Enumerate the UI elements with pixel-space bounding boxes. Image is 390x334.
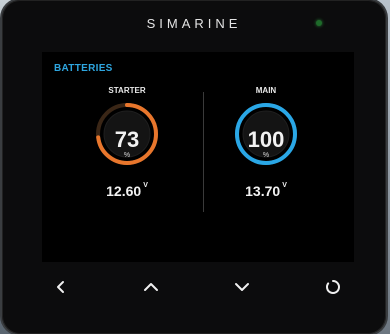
voltage-value: 13.70 bbox=[245, 183, 281, 199]
battery-gauge-main: 100 % bbox=[232, 100, 300, 168]
percent-unit: % bbox=[123, 152, 131, 159]
battery-panel-starter[interactable]: STARTER 73 % 12.60 V bbox=[62, 84, 192, 214]
circle-icon bbox=[326, 280, 340, 294]
charge-percent: 73 bbox=[114, 127, 140, 152]
up-button[interactable] bbox=[136, 272, 166, 302]
percent-unit: % bbox=[262, 152, 270, 159]
charge-percent: 100 bbox=[247, 127, 285, 152]
back-button[interactable] bbox=[46, 272, 76, 302]
battery-label: MAIN bbox=[255, 86, 277, 95]
display-screen: BATTERIES STARTER 73 % 12.60 V MAIN 100 … bbox=[42, 52, 354, 262]
power-button[interactable] bbox=[318, 272, 348, 302]
battery-voltage: 12.60 V bbox=[62, 182, 192, 199]
voltage-value: 12.60 bbox=[106, 183, 142, 199]
battery-gauge-starter: 73 % bbox=[93, 100, 161, 168]
battery-voltage: 13.70 V bbox=[201, 182, 331, 199]
chevron-down-icon bbox=[235, 283, 249, 291]
chevron-up-icon bbox=[144, 283, 158, 291]
battery-label: STARTER bbox=[108, 86, 146, 95]
battery-panel-main[interactable]: MAIN 100 % 13.70 V bbox=[201, 84, 331, 214]
chevron-left-icon bbox=[57, 281, 64, 293]
brand-logo: SIMARINE bbox=[146, 16, 242, 31]
simarine-device: SIMARINE BATTERIES STARTER 73 % 12.60 V M… bbox=[2, 0, 386, 334]
voltage-unit: V bbox=[143, 182, 148, 189]
voltage-unit: V bbox=[282, 182, 287, 189]
screen-title: BATTERIES bbox=[54, 63, 113, 74]
down-button[interactable] bbox=[227, 272, 257, 302]
status-led bbox=[316, 20, 322, 26]
